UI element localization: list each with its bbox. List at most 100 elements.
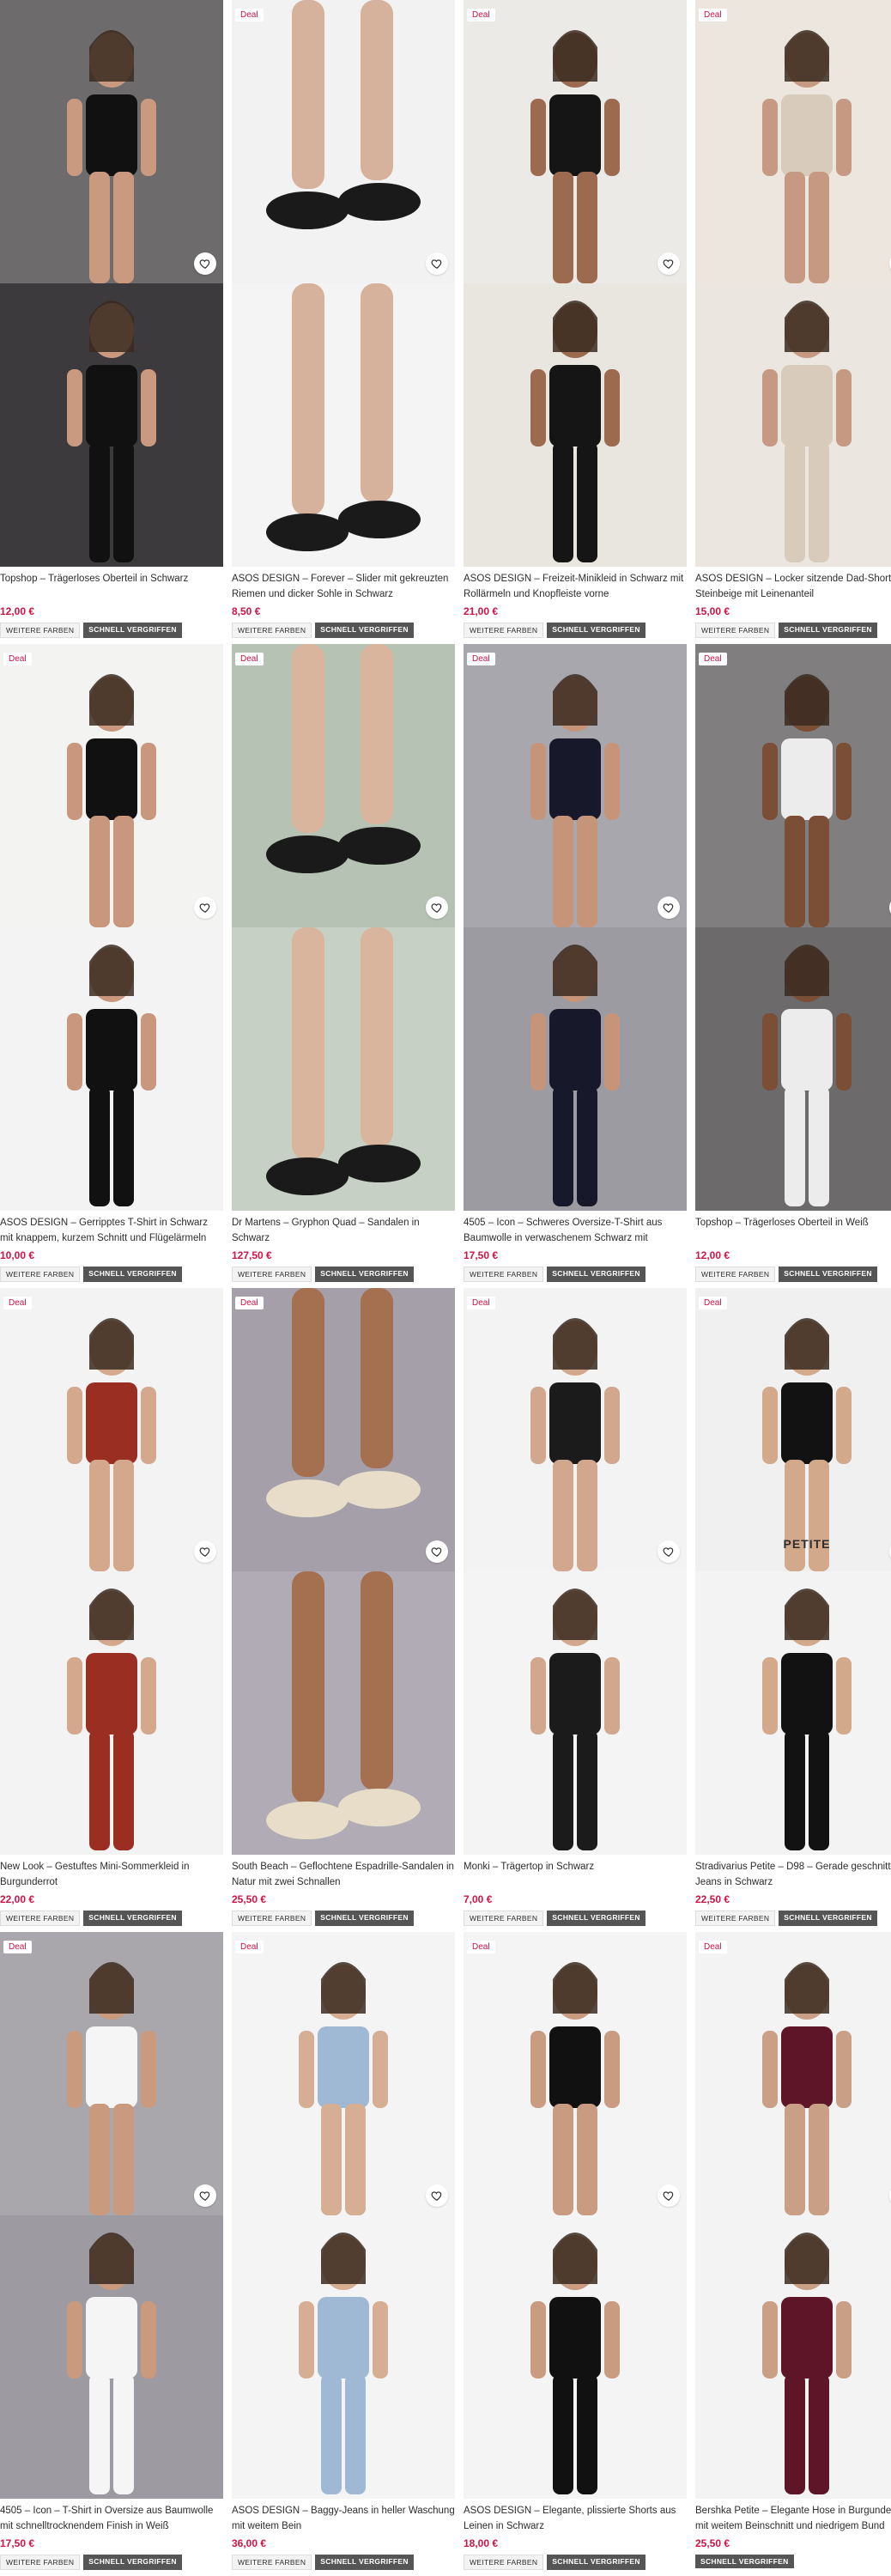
deal-badge: Deal: [3, 653, 32, 665]
product-card[interactable]: Topshop – Trägerloses Oberteil in Schwar…: [0, 0, 223, 644]
product-image[interactable]: Deal: [695, 0, 891, 567]
product-image[interactable]: Deal: [232, 644, 455, 1211]
product-card[interactable]: Deal ASOS DESIGN – Elegante, plissierte S…: [464, 1932, 687, 2576]
product-card[interactable]: Deal Topshop – Trägerloses Oberteil in We…: [695, 644, 891, 1288]
product-price: 18,00 €: [464, 2537, 499, 2549]
product-price: 12,00 €: [695, 1249, 730, 1261]
deal-badge: Deal: [235, 1941, 264, 1953]
product-image[interactable]: [0, 0, 223, 567]
selling-fast-tag: SCHNELL VERGRIFFEN: [779, 623, 877, 638]
deal-badge: Deal: [235, 653, 264, 665]
deal-badge: Deal: [467, 1297, 495, 1309]
product-title[interactable]: 4505 – Icon – Schweres Oversize-T-Shirt …: [464, 1215, 687, 1246]
more-colors-tag: WEITERE FARBEN: [0, 1267, 81, 1282]
product-price: 10,00 €: [0, 1249, 35, 1261]
product-card[interactable]: Deal New Look – Gestuftes Mini-Sommerklei…: [0, 1288, 223, 1932]
product-price: 22,50 €: [695, 1893, 730, 1905]
product-card[interactable]: Deal ASOS DESIGN – Gerripptes T-Shirt in …: [0, 644, 223, 1288]
deal-badge: Deal: [699, 9, 727, 21]
product-title[interactable]: Topshop – Trägerloses Oberteil in Weiß: [695, 1215, 891, 1246]
heart-icon[interactable]: [658, 2184, 680, 2207]
product-card[interactable]: Deal Dr Martens – Gryphon Quad – Sandalen…: [232, 644, 455, 1288]
selling-fast-tag: SCHNELL VERGRIFFEN: [547, 623, 646, 638]
product-price: 22,00 €: [0, 1893, 35, 1905]
product-title[interactable]: Bershka Petite – Elegante Hose in Burgun…: [695, 2503, 891, 2534]
product-image[interactable]: Deal PETITE: [695, 1288, 891, 1855]
product-title[interactable]: ASOS DESIGN – Freizeit-Minikleid in Schw…: [464, 571, 687, 602]
selling-fast-tag: SCHNELL VERGRIFFEN: [315, 623, 414, 638]
product-card[interactable]: Deal 4505 – Icon – T-Shirt in Oversize au…: [0, 1932, 223, 2576]
more-colors-tag: WEITERE FARBEN: [695, 1267, 776, 1282]
deal-badge: Deal: [3, 1941, 32, 1953]
product-image[interactable]: Deal: [232, 1932, 455, 2499]
product-price: 36,00 €: [232, 2537, 267, 2549]
more-colors-tag: WEITERE FARBEN: [0, 1911, 81, 1926]
product-card[interactable]: Deal 4505 – Icon – Schweres Oversize-T-Sh…: [464, 644, 687, 1288]
product-card[interactable]: Deal Monki – Trägertop in Schwarz 7,00 € WE…: [464, 1288, 687, 1932]
product-image[interactable]: Deal: [464, 644, 687, 1211]
selling-fast-tag: SCHNELL VERGRIFFEN: [315, 2555, 414, 2570]
product-price: 25,50 €: [232, 1893, 267, 1905]
product-card[interactable]: Deal Bershka Petite – Elegante Hose in Bu…: [695, 1932, 891, 2576]
product-card[interactable]: Deal ASOS DESIGN – Forever – Slider mit g…: [232, 0, 455, 644]
product-image[interactable]: Deal: [695, 1932, 891, 2499]
product-title[interactable]: 4505 – Icon – T-Shirt in Oversize aus Ba…: [0, 2503, 223, 2534]
deal-badge: Deal: [699, 653, 727, 665]
product-image[interactable]: Deal: [232, 0, 455, 567]
product-image[interactable]: Deal: [464, 1932, 687, 2499]
heart-icon[interactable]: [426, 1540, 448, 1563]
product-price: 25,50 €: [695, 2537, 730, 2549]
heart-icon[interactable]: [426, 252, 448, 275]
product-price: 17,50 €: [0, 2537, 35, 2549]
product-image[interactable]: Deal: [695, 644, 891, 1211]
more-colors-tag: WEITERE FARBEN: [232, 1267, 312, 1282]
product-title[interactable]: ASOS DESIGN – Locker sitzende Dad-Shorts…: [695, 571, 891, 602]
product-image[interactable]: Deal: [464, 0, 687, 567]
heart-icon[interactable]: [194, 2184, 216, 2207]
selling-fast-tag: SCHNELL VERGRIFFEN: [779, 1267, 877, 1282]
product-image[interactable]: Deal: [232, 1288, 455, 1855]
product-title[interactable]: South Beach – Geflochtene Espadrille-San…: [232, 1859, 455, 1890]
product-card[interactable]: Deal South Beach – Geflochtene Espadrille…: [232, 1288, 455, 1932]
deal-badge: Deal: [699, 1941, 727, 1953]
product-title[interactable]: ASOS DESIGN – Elegante, plissierte Short…: [464, 2503, 687, 2534]
product-image[interactable]: Deal: [464, 1288, 687, 1855]
selling-fast-tag: SCHNELL VERGRIFFEN: [315, 1911, 414, 1926]
product-title[interactable]: Topshop – Trägerloses Oberteil in Schwar…: [0, 571, 223, 602]
heart-icon[interactable]: [194, 1540, 216, 1563]
heart-icon[interactable]: [658, 252, 680, 275]
product-title[interactable]: ASOS DESIGN – Baggy-Jeans in heller Wasc…: [232, 2503, 455, 2534]
selling-fast-tag: SCHNELL VERGRIFFEN: [547, 1911, 646, 1926]
product-title[interactable]: Stradivarius Petite – D98 – Gerade gesch…: [695, 1859, 891, 1890]
selling-fast-tag: SCHNELL VERGRIFFEN: [695, 2555, 794, 2568]
heart-icon[interactable]: [658, 896, 680, 919]
product-title[interactable]: ASOS DESIGN – Gerripptes T-Shirt in Schw…: [0, 1215, 223, 1246]
heart-icon[interactable]: [426, 2184, 448, 2207]
product-card[interactable]: Deal ASOS DESIGN – Baggy-Jeans in heller …: [232, 1932, 455, 2576]
selling-fast-tag: SCHNELL VERGRIFFEN: [83, 1267, 182, 1282]
product-image[interactable]: Deal: [0, 1932, 223, 2499]
product-title[interactable]: ASOS DESIGN – Forever – Slider mit gekre…: [232, 571, 455, 602]
more-colors-tag: WEITERE FARBEN: [232, 2555, 312, 2570]
product-price: 127,50 €: [232, 1249, 272, 1261]
more-colors-tag: WEITERE FARBEN: [0, 623, 81, 638]
product-card[interactable]: Deal ASOS DESIGN – Freizeit-Minikleid in …: [464, 0, 687, 644]
product-card[interactable]: Deal ASOS DESIGN – Locker sitzende Dad-Sh…: [695, 0, 891, 644]
heart-icon[interactable]: [426, 896, 448, 919]
product-price: 12,00 €: [0, 605, 35, 617]
product-title[interactable]: New Look – Gestuftes Mini-Sommerkleid in…: [0, 1859, 223, 1890]
product-title[interactable]: Dr Martens – Gryphon Quad – Sandalen in …: [232, 1215, 455, 1246]
product-price: 7,00 €: [464, 1893, 493, 1905]
product-card[interactable]: Deal PETITE Stradivarius Petite – D98 – Ge…: [695, 1288, 891, 1932]
heart-icon[interactable]: [658, 1540, 680, 1563]
product-price: 17,50 €: [464, 1249, 499, 1261]
heart-icon[interactable]: [194, 252, 216, 275]
selling-fast-tag: SCHNELL VERGRIFFEN: [315, 1267, 414, 1282]
deal-badge: Deal: [235, 9, 264, 21]
product-image[interactable]: Deal: [0, 644, 223, 1211]
heart-icon[interactable]: [194, 896, 216, 919]
product-image[interactable]: Deal: [0, 1288, 223, 1855]
deal-badge: Deal: [467, 9, 495, 21]
product-title[interactable]: Monki – Trägertop in Schwarz: [464, 1859, 687, 1890]
more-colors-tag: WEITERE FARBEN: [464, 2555, 544, 2570]
